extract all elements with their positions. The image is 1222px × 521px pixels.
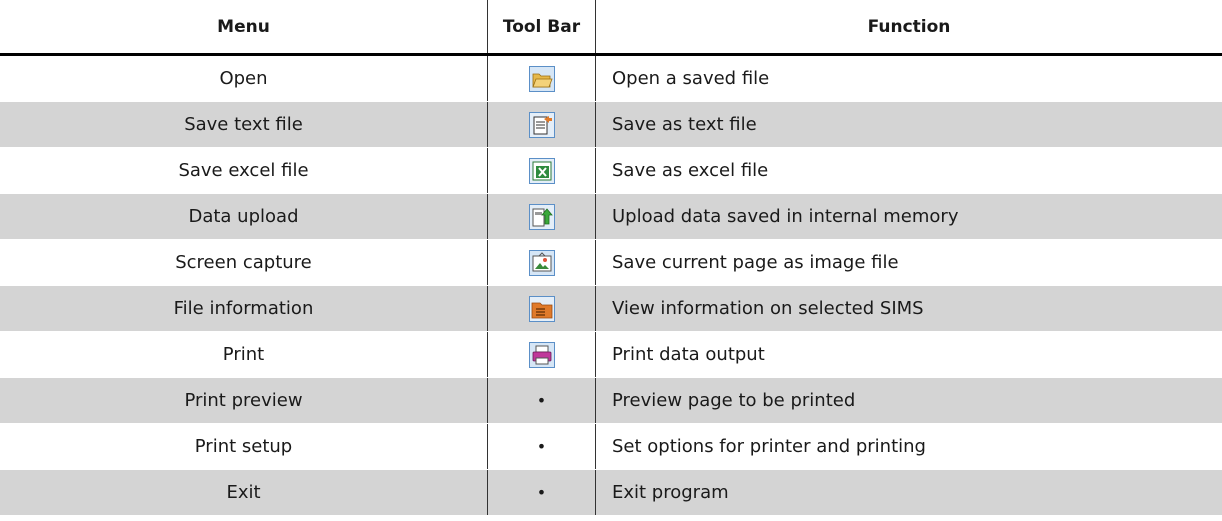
- capture-icon[interactable]: [528, 249, 555, 276]
- menu-toolbar-table: Menu Tool Bar Function Open Open a saved…: [0, 0, 1222, 516]
- excel-icon[interactable]: [528, 157, 555, 184]
- menu-cell: Exit: [226, 482, 261, 503]
- toolbar-cell: [487, 332, 596, 377]
- folder-open-icon[interactable]: [528, 65, 555, 92]
- toolbar-cell: •: [487, 378, 596, 423]
- table-row: Save excel file Save as excel file: [0, 148, 1222, 194]
- upload-icon[interactable]: [528, 203, 555, 230]
- table-row: Screen capture Save current page as imag…: [0, 240, 1222, 286]
- toolbar-cell: •: [487, 470, 596, 515]
- function-cell: Upload data saved in internal memory: [612, 206, 959, 227]
- menu-cell: File information: [173, 298, 314, 319]
- bullet-icon: •: [536, 391, 547, 410]
- menu-cell: Screen capture: [175, 252, 312, 273]
- header-toolbar: Tool Bar: [487, 0, 596, 53]
- toolbar-cell: •: [487, 424, 596, 469]
- function-cell: Print data output: [612, 344, 765, 365]
- function-cell: Preview page to be printed: [612, 390, 856, 411]
- toolbar-cell: [487, 56, 596, 101]
- menu-cell: Data upload: [188, 206, 299, 227]
- printer-icon[interactable]: [528, 341, 555, 368]
- function-cell: Set options for printer and printing: [612, 436, 926, 457]
- header-menu: Menu: [217, 16, 270, 37]
- toolbar-cell: [487, 240, 596, 285]
- menu-cell: Save text file: [184, 114, 303, 135]
- bullet-icon: •: [536, 437, 547, 456]
- menu-cell: Print: [222, 344, 265, 365]
- function-cell: Exit program: [612, 482, 729, 503]
- toolbar-cell: [487, 286, 596, 331]
- table-row: Exit • Exit program: [0, 470, 1222, 516]
- file-info-icon[interactable]: [528, 295, 555, 322]
- table-row: File information View information on sel…: [0, 286, 1222, 332]
- toolbar-cell: [487, 148, 596, 193]
- function-cell: Save as excel file: [612, 160, 769, 181]
- table-row: Print Print data output: [0, 332, 1222, 378]
- toolbar-cell: [487, 102, 596, 147]
- menu-cell: Print setup: [194, 436, 293, 457]
- bullet-icon: •: [536, 483, 547, 502]
- menu-cell: Open: [219, 68, 268, 89]
- toolbar-cell: [487, 194, 596, 239]
- table-row: Data upload Upload data saved in interna…: [0, 194, 1222, 240]
- table-row: Save text file Save as text file: [0, 102, 1222, 148]
- menu-cell: Save excel file: [178, 160, 309, 181]
- table-row: Open Open a saved file: [0, 56, 1222, 102]
- table-row: Print setup • Set options for printer an…: [0, 424, 1222, 470]
- function-cell: Save current page as image file: [612, 252, 899, 273]
- table-row: Print preview • Preview page to be print…: [0, 378, 1222, 424]
- function-cell: Save as text file: [612, 114, 757, 135]
- save-text-icon[interactable]: [528, 111, 555, 138]
- header-function: Function: [867, 16, 951, 37]
- function-cell: View information on selected SIMS: [612, 298, 924, 319]
- table-header: Menu Tool Bar Function: [0, 0, 1222, 56]
- function-cell: Open a saved file: [612, 68, 770, 89]
- menu-cell: Print preview: [184, 390, 303, 411]
